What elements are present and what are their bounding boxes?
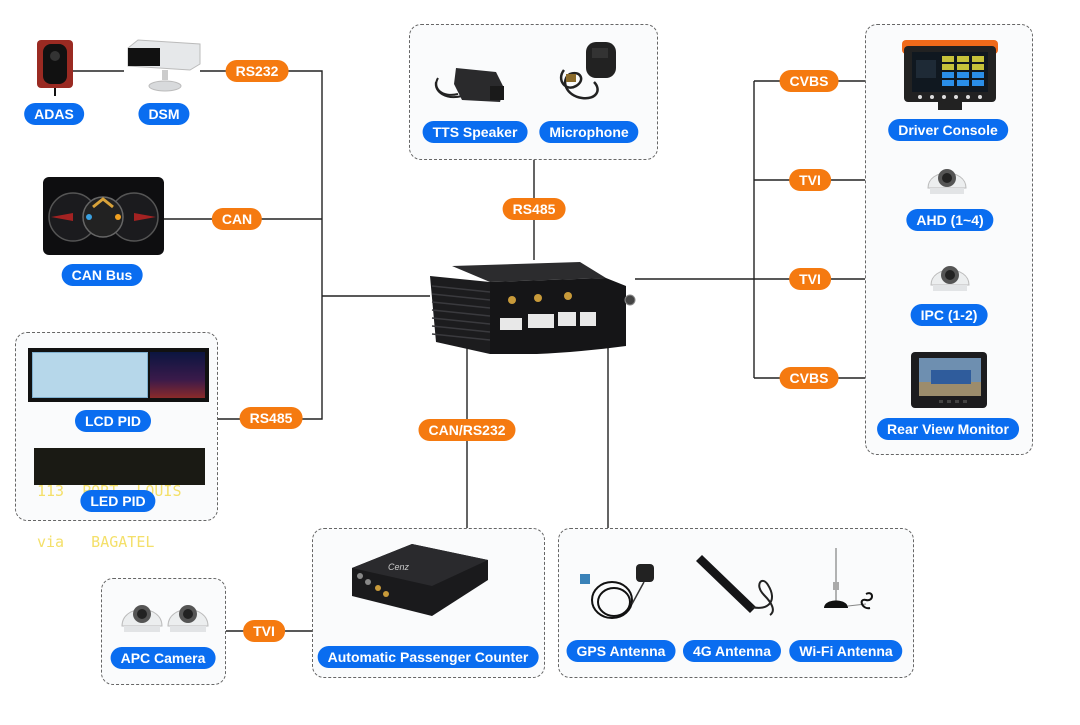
4g-antenna-device <box>692 555 782 621</box>
microphone-label: Microphone <box>539 121 639 143</box>
led-pid-sign: 113 PORT LOUIS via BAGATEL <box>34 448 205 551</box>
protocol-can-rs232: CAN/RS232 <box>418 419 516 441</box>
protocol-cvbs-1: CVBS <box>779 70 839 92</box>
4g-antenna-label: 4G Antenna <box>682 640 782 662</box>
lcd-pid-label: LCD PID <box>75 410 151 432</box>
speaker-icon <box>434 68 504 102</box>
ahd-camera-label: AHD (1~4) <box>906 209 994 231</box>
wifi-antenna-icon <box>824 548 873 610</box>
protocol-tvi-1: TVI <box>789 169 831 191</box>
apc-camera-pair <box>120 596 212 636</box>
can-bus-label: CAN Bus <box>61 264 143 286</box>
4g-antenna-icon <box>696 555 774 616</box>
mobile-dvr-unit <box>430 258 636 355</box>
svg-text:Cenz: Cenz <box>388 562 410 572</box>
ipc-camera-label: IPC (1-2) <box>910 304 988 326</box>
protocol-tvi-2: TVI <box>789 268 831 290</box>
monitor-icon <box>911 352 987 408</box>
adas-device <box>35 40 75 96</box>
rear-view-monitor-label: Rear View Monitor <box>877 418 1019 440</box>
gps-antenna-device <box>578 560 668 624</box>
protocol-rs232: RS232 <box>225 60 289 82</box>
passenger-counter-icon: Cenz <box>352 544 488 616</box>
rear-view-monitor-device <box>911 352 987 410</box>
adas-camera-icon <box>37 40 73 96</box>
driver-console-label: Driver Console <box>888 119 1008 141</box>
led-line-2: via BAGATEL <box>37 533 155 551</box>
dvr-box-icon <box>430 262 636 355</box>
wifi-antenna-label: Wi-Fi Antenna <box>789 640 903 662</box>
protocol-can: CAN <box>211 208 263 230</box>
microphone-icon <box>559 42 616 100</box>
apc-label: Automatic Passenger Counter <box>317 646 539 668</box>
gps-antenna-icon <box>580 564 654 619</box>
apc-camera-label: APC Camera <box>110 647 216 669</box>
adas-label: ADAS <box>24 103 84 125</box>
can-bus-dashboard <box>43 177 164 255</box>
gps-antenna-label: GPS Antenna <box>566 640 676 662</box>
driver-console-icon <box>902 40 998 110</box>
dome-camera-pair-icon <box>121 605 209 632</box>
tts-speaker-device <box>432 58 508 108</box>
lcd-pid-screen <box>28 348 209 402</box>
dome-camera-icon <box>927 169 967 194</box>
wire-dsm-bus <box>200 70 323 420</box>
dashboard-gauge-icon <box>43 177 164 255</box>
wifi-antenna-device <box>822 546 882 624</box>
apc-device: Cenz <box>352 542 488 616</box>
protocol-rs485-top: RS485 <box>502 198 566 220</box>
protocol-tvi-apc: TVI <box>243 620 285 642</box>
dome-camera-icon <box>930 266 970 291</box>
ipc-camera-device <box>929 255 971 295</box>
driver-console-device <box>902 40 998 112</box>
dsm-camera-icon <box>127 39 201 92</box>
protocol-rs485-left: RS485 <box>239 407 303 429</box>
ahd-camera-device <box>926 158 968 198</box>
tts-speaker-label: TTS Speaker <box>422 121 528 143</box>
led-pid-label: LED PID <box>80 490 156 512</box>
dsm-device <box>124 38 202 94</box>
dsm-label: DSM <box>138 103 190 125</box>
microphone-device <box>556 40 622 112</box>
protocol-cvbs-2: CVBS <box>779 367 839 389</box>
